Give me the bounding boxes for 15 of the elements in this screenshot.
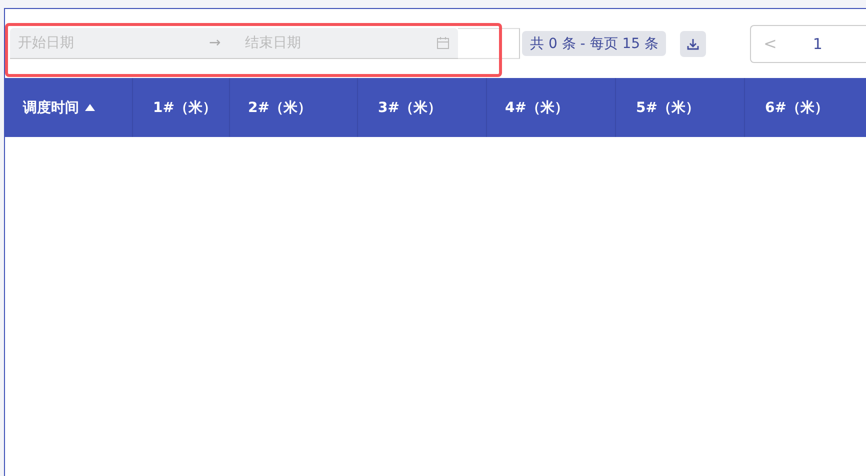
- column-header[interactable]: 4#（米）: [505, 98, 568, 116]
- column-header[interactable]: 2#（米）: [248, 98, 312, 116]
- range-separator: →: [209, 35, 222, 51]
- input-field[interactable]: [458, 28, 520, 59]
- total-count-label: 共 0 条 - 每页 15 条: [522, 31, 666, 56]
- column-header[interactable]: 调度时间: [23, 98, 79, 116]
- download-icon: [687, 38, 700, 50]
- column-header[interactable]: 1#（米）: [153, 98, 216, 116]
- sort-ascending-icon[interactable]: [85, 104, 95, 111]
- download-button[interactable]: [680, 30, 706, 56]
- column-header[interactable]: 6#（米）: [765, 98, 828, 116]
- column-header[interactable]: 3#（米）: [378, 98, 442, 116]
- page-number[interactable]: 1: [812, 34, 822, 52]
- column-header[interactable]: 5#（米）: [636, 98, 700, 116]
- calendar-icon: [436, 36, 450, 50]
